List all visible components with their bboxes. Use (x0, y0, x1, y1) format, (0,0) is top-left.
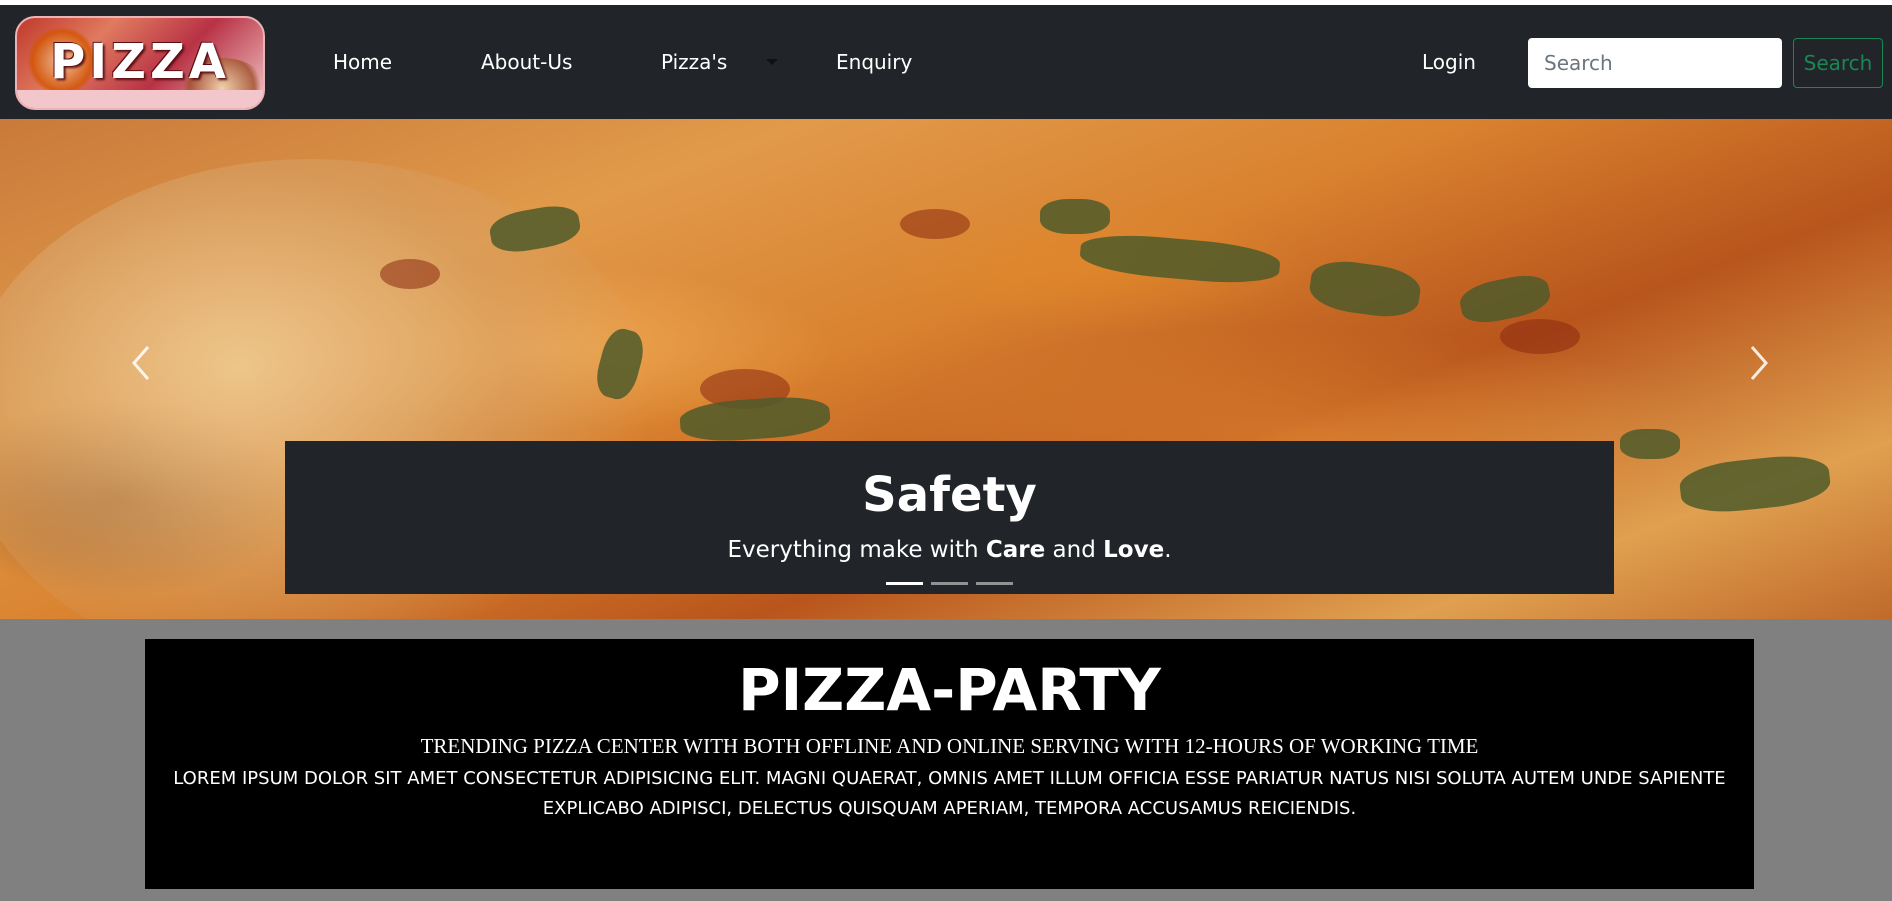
nav-enquiry-link[interactable]: Enquiry (836, 49, 912, 75)
caption-text-suffix: . (1164, 537, 1172, 563)
chevron-right-icon (1750, 346, 1768, 380)
chevron-left-icon (132, 346, 150, 380)
caption-title: Safety (862, 467, 1037, 523)
nav-about-link[interactable]: About-Us (481, 49, 572, 75)
pizza-topping (678, 393, 832, 445)
pizza-topping (900, 209, 970, 239)
navbar: PIZZA Home About-Us Pizza's Enquiry Logi… (0, 5, 1892, 119)
pizza-topping (1500, 319, 1580, 354)
caption-text-prefix: Everything make with (727, 537, 986, 563)
info-subtitle: TRENDING PIZZA CENTER WITH BOTH OFFLINE … (420, 734, 1479, 758)
carousel-indicator[interactable] (886, 582, 923, 585)
info-body: LOREM IPSUM DOLOR SIT AMET CONSECTETUR A… (173, 768, 1726, 819)
logo-strip (17, 90, 263, 108)
pizza-topping (1307, 256, 1423, 322)
caption-text: Everything make with Care and Love. (285, 535, 1614, 565)
pizza-topping (1078, 230, 1282, 288)
caption-text-care: Care (985, 537, 1046, 563)
logo-text: PIZZA (50, 34, 230, 90)
info-section: PIZZA-PARTY TRENDING PIZZA CENTER WITH B… (145, 639, 1754, 889)
hero-carousel: Safety Everything make with Care and Lov… (0, 119, 1892, 619)
pizza-topping (1620, 429, 1680, 459)
pizza-topping (1040, 199, 1110, 234)
nav-home-link[interactable]: Home (333, 49, 392, 75)
carousel-indicator[interactable] (931, 582, 968, 585)
carousel-indicator[interactable] (976, 582, 1013, 585)
caption-text-and: and (1045, 537, 1104, 563)
pizza-topping (380, 259, 440, 289)
pizza-topping (1677, 451, 1833, 517)
nav-pizzas-dropdown[interactable]: Pizza's (661, 49, 727, 75)
carousel-caption: Safety Everything make with Care and Lov… (285, 441, 1614, 594)
caret-down-icon[interactable] (766, 59, 778, 65)
caption-text-love: Love (1103, 537, 1165, 563)
nav-login-link[interactable]: Login (1422, 49, 1476, 75)
carousel-prev-button[interactable] (128, 343, 158, 383)
logo[interactable]: PIZZA (15, 16, 265, 110)
search-input[interactable] (1528, 38, 1782, 88)
search-button[interactable]: Search (1793, 38, 1883, 88)
info-title: PIZZA-PARTY (738, 656, 1161, 724)
carousel-next-button[interactable] (1742, 343, 1772, 383)
